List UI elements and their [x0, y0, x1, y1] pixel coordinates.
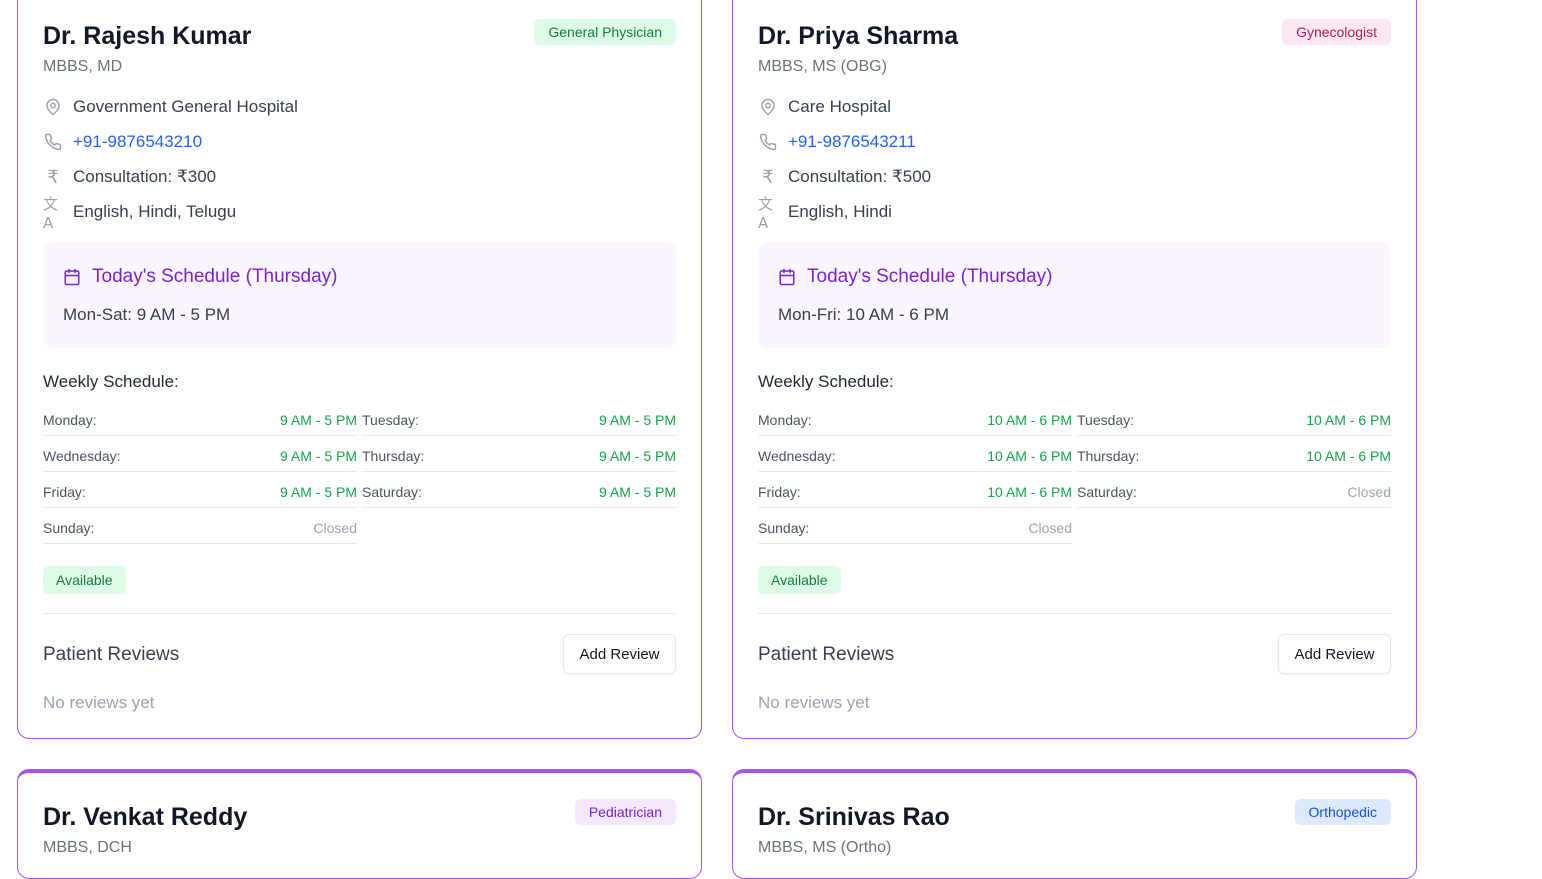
calendar-icon — [64, 268, 80, 286]
schedule-row: Sunday: Closed — [758, 510, 1072, 544]
doctor-name: Dr. Srinivas Rao — [758, 803, 950, 831]
weekly-schedule-title: Weekly Schedule: — [758, 372, 894, 391]
map-pin-icon — [758, 97, 778, 117]
doctor-card: Dr. Venkat Reddy MBBS, DCH Pediatrician — [17, 769, 702, 879]
languages-row: 文A English, Hindi — [758, 194, 892, 232]
schedule-row: Monday: 10 AM - 6 PM — [758, 402, 1072, 436]
divider — [758, 613, 1391, 614]
hospital-row: Government General Hospital — [43, 95, 298, 119]
phone-link[interactable]: +91-9876543211 — [788, 132, 916, 152]
phone-row: +91-9876543210 — [43, 130, 202, 154]
today-hours: Mon-Sat: 9 AM - 5 PM — [63, 305, 231, 324]
schedule-row: Saturday: 9 AM - 5 PM — [362, 474, 676, 508]
schedule-row: Saturday: Closed — [1077, 474, 1391, 508]
schedule-row: Wednesday: 9 AM - 5 PM — [43, 438, 357, 472]
languages-icon: 文A — [758, 194, 773, 232]
calendar-icon — [779, 268, 795, 286]
add-review-button[interactable]: Add Review — [563, 634, 676, 674]
schedule-row: Tuesday: 9 AM - 5 PM — [362, 402, 676, 436]
consultation-fee: Consultation: ₹500 — [788, 167, 932, 186]
phone-row: +91-9876543211 — [758, 130, 916, 154]
doctor-name: Dr. Rajesh Kumar — [43, 22, 252, 50]
today-schedule-title: Today's Schedule (Thursday) — [63, 266, 337, 288]
today-hours: Mon-Fri: 10 AM - 6 PM — [778, 305, 949, 324]
specialty-badge: Orthopedic — [1294, 799, 1391, 825]
specialty-badge: General Physician — [534, 19, 676, 45]
rupee-icon: ₹ — [762, 166, 774, 188]
availability-badge: Available — [758, 566, 841, 594]
doctor-card: Dr. Priya Sharma MBBS, MS (OBG) Gynecolo… — [732, 0, 1417, 739]
divider — [43, 613, 676, 614]
no-reviews-text: No reviews yet — [758, 693, 870, 712]
doctor-degree: MBBS, MD — [43, 58, 123, 75]
rupee-icon: ₹ — [47, 166, 59, 188]
schedule-row: Tuesday: 10 AM - 6 PM — [1077, 402, 1391, 436]
languages: English, Hindi, Telugu — [73, 202, 237, 221]
hospital-name: Care Hospital — [788, 97, 891, 116]
today-schedule-box: Today's Schedule (Thursday) Mon-Fri: 10 … — [758, 242, 1391, 348]
hospital-name: Government General Hospital — [73, 97, 298, 116]
consultation-fee: Consultation: ₹300 — [73, 167, 217, 186]
doctor-degree: MBBS, DCH — [43, 839, 132, 856]
schedule-row: Friday: 9 AM - 5 PM — [43, 474, 357, 508]
languages-row: 文A English, Hindi, Telugu — [43, 194, 237, 232]
doctor-degree: MBBS, MS (Ortho) — [758, 839, 892, 856]
phone-link[interactable]: +91-9876543210 — [73, 132, 202, 152]
phone-icon — [43, 132, 63, 152]
schedule-row: Thursday: 9 AM - 5 PM — [362, 438, 676, 472]
availability-badge: Available — [43, 566, 126, 594]
doctor-card: Dr. Rajesh Kumar MBBS, MD General Physic… — [17, 0, 702, 739]
patient-reviews-title: Patient Reviews — [758, 644, 895, 665]
today-schedule-title: Today's Schedule (Thursday) — [778, 266, 1052, 288]
add-review-button[interactable]: Add Review — [1278, 634, 1391, 674]
doctor-card: Dr. Srinivas Rao MBBS, MS (Ortho) Orthop… — [732, 769, 1417, 879]
specialty-badge: Pediatrician — [574, 799, 676, 825]
schedule-row: Thursday: 10 AM - 6 PM — [1077, 438, 1391, 472]
phone-icon — [758, 132, 778, 152]
doctor-name: Dr. Venkat Reddy — [43, 803, 248, 831]
schedule-row: Friday: 10 AM - 6 PM — [758, 474, 1072, 508]
languages: English, Hindi — [788, 202, 892, 221]
schedule-row: Sunday: Closed — [43, 510, 357, 544]
schedule-row: Monday: 9 AM - 5 PM — [43, 402, 357, 436]
patient-reviews-title: Patient Reviews — [43, 644, 180, 665]
doctor-degree: MBBS, MS (OBG) — [758, 58, 887, 75]
weekly-schedule-title: Weekly Schedule: — [43, 372, 179, 391]
today-schedule-box: Today's Schedule (Thursday) Mon-Sat: 9 A… — [43, 242, 676, 348]
map-pin-icon — [43, 97, 63, 117]
languages-icon: 文A — [43, 194, 58, 232]
specialty-badge: Gynecologist — [1282, 19, 1391, 45]
fee-row: ₹ Consultation: ₹500 — [758, 165, 931, 189]
hospital-row: Care Hospital — [758, 95, 891, 119]
no-reviews-text: No reviews yet — [43, 693, 155, 712]
schedule-row: Wednesday: 10 AM - 6 PM — [758, 438, 1072, 472]
doctor-name: Dr. Priya Sharma — [758, 22, 959, 50]
fee-row: ₹ Consultation: ₹300 — [43, 165, 216, 189]
